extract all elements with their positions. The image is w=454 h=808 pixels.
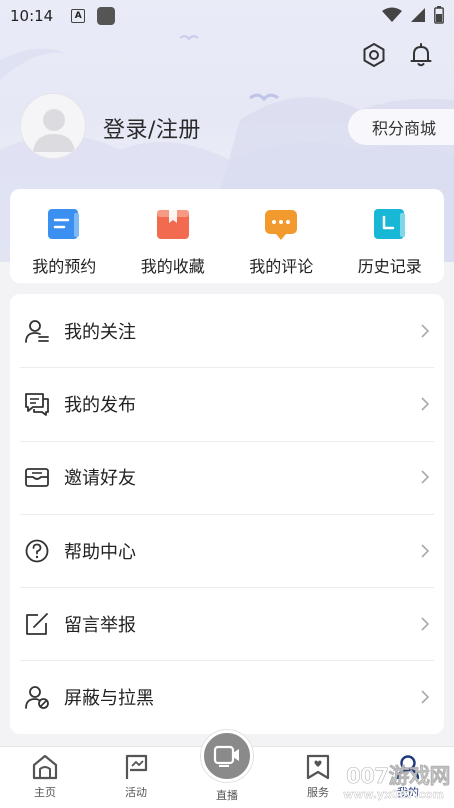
quick-action-label: 我的评论 — [249, 257, 314, 276]
chevron-right-icon — [421, 617, 430, 631]
watermark-logo: 007游戏网 — [346, 764, 451, 789]
menu-item-label: 我的发布 — [64, 394, 136, 416]
quick-action-label: 历史记录 — [357, 257, 422, 276]
watermark-url: www.yx007.com — [343, 788, 444, 801]
comment-icon — [263, 207, 299, 241]
menu-item-label: 邀请好友 — [64, 468, 136, 490]
tab-activity[interactable]: 活动 — [106, 753, 166, 800]
tab-service[interactable]: 服务 — [288, 753, 348, 800]
quick-action-reservations[interactable]: 我的预约 — [10, 189, 119, 283]
points-mall-button[interactable]: 积分商城 — [348, 109, 454, 145]
chevron-right-icon — [421, 324, 430, 338]
help-icon — [24, 538, 50, 564]
quick-actions-card: 我的预约 我的收藏 我的评论 历史记录 — [10, 189, 444, 283]
heart-bookmark-icon — [306, 754, 330, 780]
chevron-right-icon — [421, 690, 430, 704]
app-notification-icon — [97, 7, 116, 25]
login-register-link[interactable]: 登录/注册 — [103, 112, 201, 144]
menu-item-label: 屏蔽与拉黑 — [64, 688, 154, 710]
tab-live-label: 直播 — [216, 789, 238, 802]
signal-icon — [411, 8, 425, 22]
status-bar: 10:14 A — [0, 0, 454, 32]
quick-action-favorites[interactable]: 我的收藏 — [119, 189, 228, 283]
menu-item-label: 留言举报 — [64, 614, 136, 636]
a-notification-icon: A — [71, 9, 86, 23]
tab-label: 主页 — [34, 786, 56, 799]
settings-icon[interactable] — [359, 40, 389, 70]
menu-item-block[interactable]: 屏蔽与拉黑 — [10, 660, 444, 733]
menu-item-label: 我的关注 — [64, 321, 136, 343]
flag-icon — [125, 754, 148, 779]
quick-action-label: 我的收藏 — [140, 257, 205, 276]
quick-action-label: 我的预约 — [32, 257, 97, 276]
tab-home[interactable]: 主页 — [15, 753, 75, 800]
wifi-icon — [382, 7, 402, 22]
history-icon — [372, 207, 408, 241]
home-icon — [32, 754, 58, 780]
battery-icon — [434, 6, 444, 24]
tab-live-button[interactable] — [201, 730, 253, 782]
status-time: 10:14 — [10, 7, 54, 25]
menu-item-follow[interactable]: 我的关注 — [10, 294, 444, 367]
tab-label: 活动 — [125, 786, 147, 799]
chevron-right-icon — [421, 397, 430, 411]
favorites-icon — [155, 207, 191, 241]
menu-item-publish[interactable]: 我的发布 — [10, 367, 444, 440]
chat-publish-icon — [24, 391, 50, 417]
menu-item-help[interactable]: 帮助中心 — [10, 513, 444, 587]
menu-item-report[interactable]: 留言举报 — [10, 587, 444, 660]
menu-item-invite[interactable]: 邀请好友 — [10, 440, 444, 514]
reservation-icon — [46, 207, 82, 241]
menu-list: 我的关注 我的发布 邀请好友 帮助中心 留言举报 屏蔽与拉黑 — [10, 294, 444, 734]
quick-action-history[interactable]: 历史记录 — [336, 189, 445, 283]
chevron-right-icon — [421, 470, 430, 484]
quick-action-comments[interactable]: 我的评论 — [227, 189, 336, 283]
invite-mail-icon — [24, 464, 50, 490]
video-camera-icon — [213, 745, 239, 767]
edit-report-icon — [24, 611, 50, 637]
avatar[interactable] — [20, 93, 86, 159]
default-avatar-icon — [21, 94, 85, 158]
menu-item-label: 帮助中心 — [64, 541, 136, 563]
user-block-icon — [24, 684, 50, 710]
tab-label: 服务 — [307, 786, 329, 799]
bell-icon[interactable] — [406, 40, 436, 70]
chevron-right-icon — [421, 543, 430, 558]
user-follow-icon — [24, 318, 50, 344]
